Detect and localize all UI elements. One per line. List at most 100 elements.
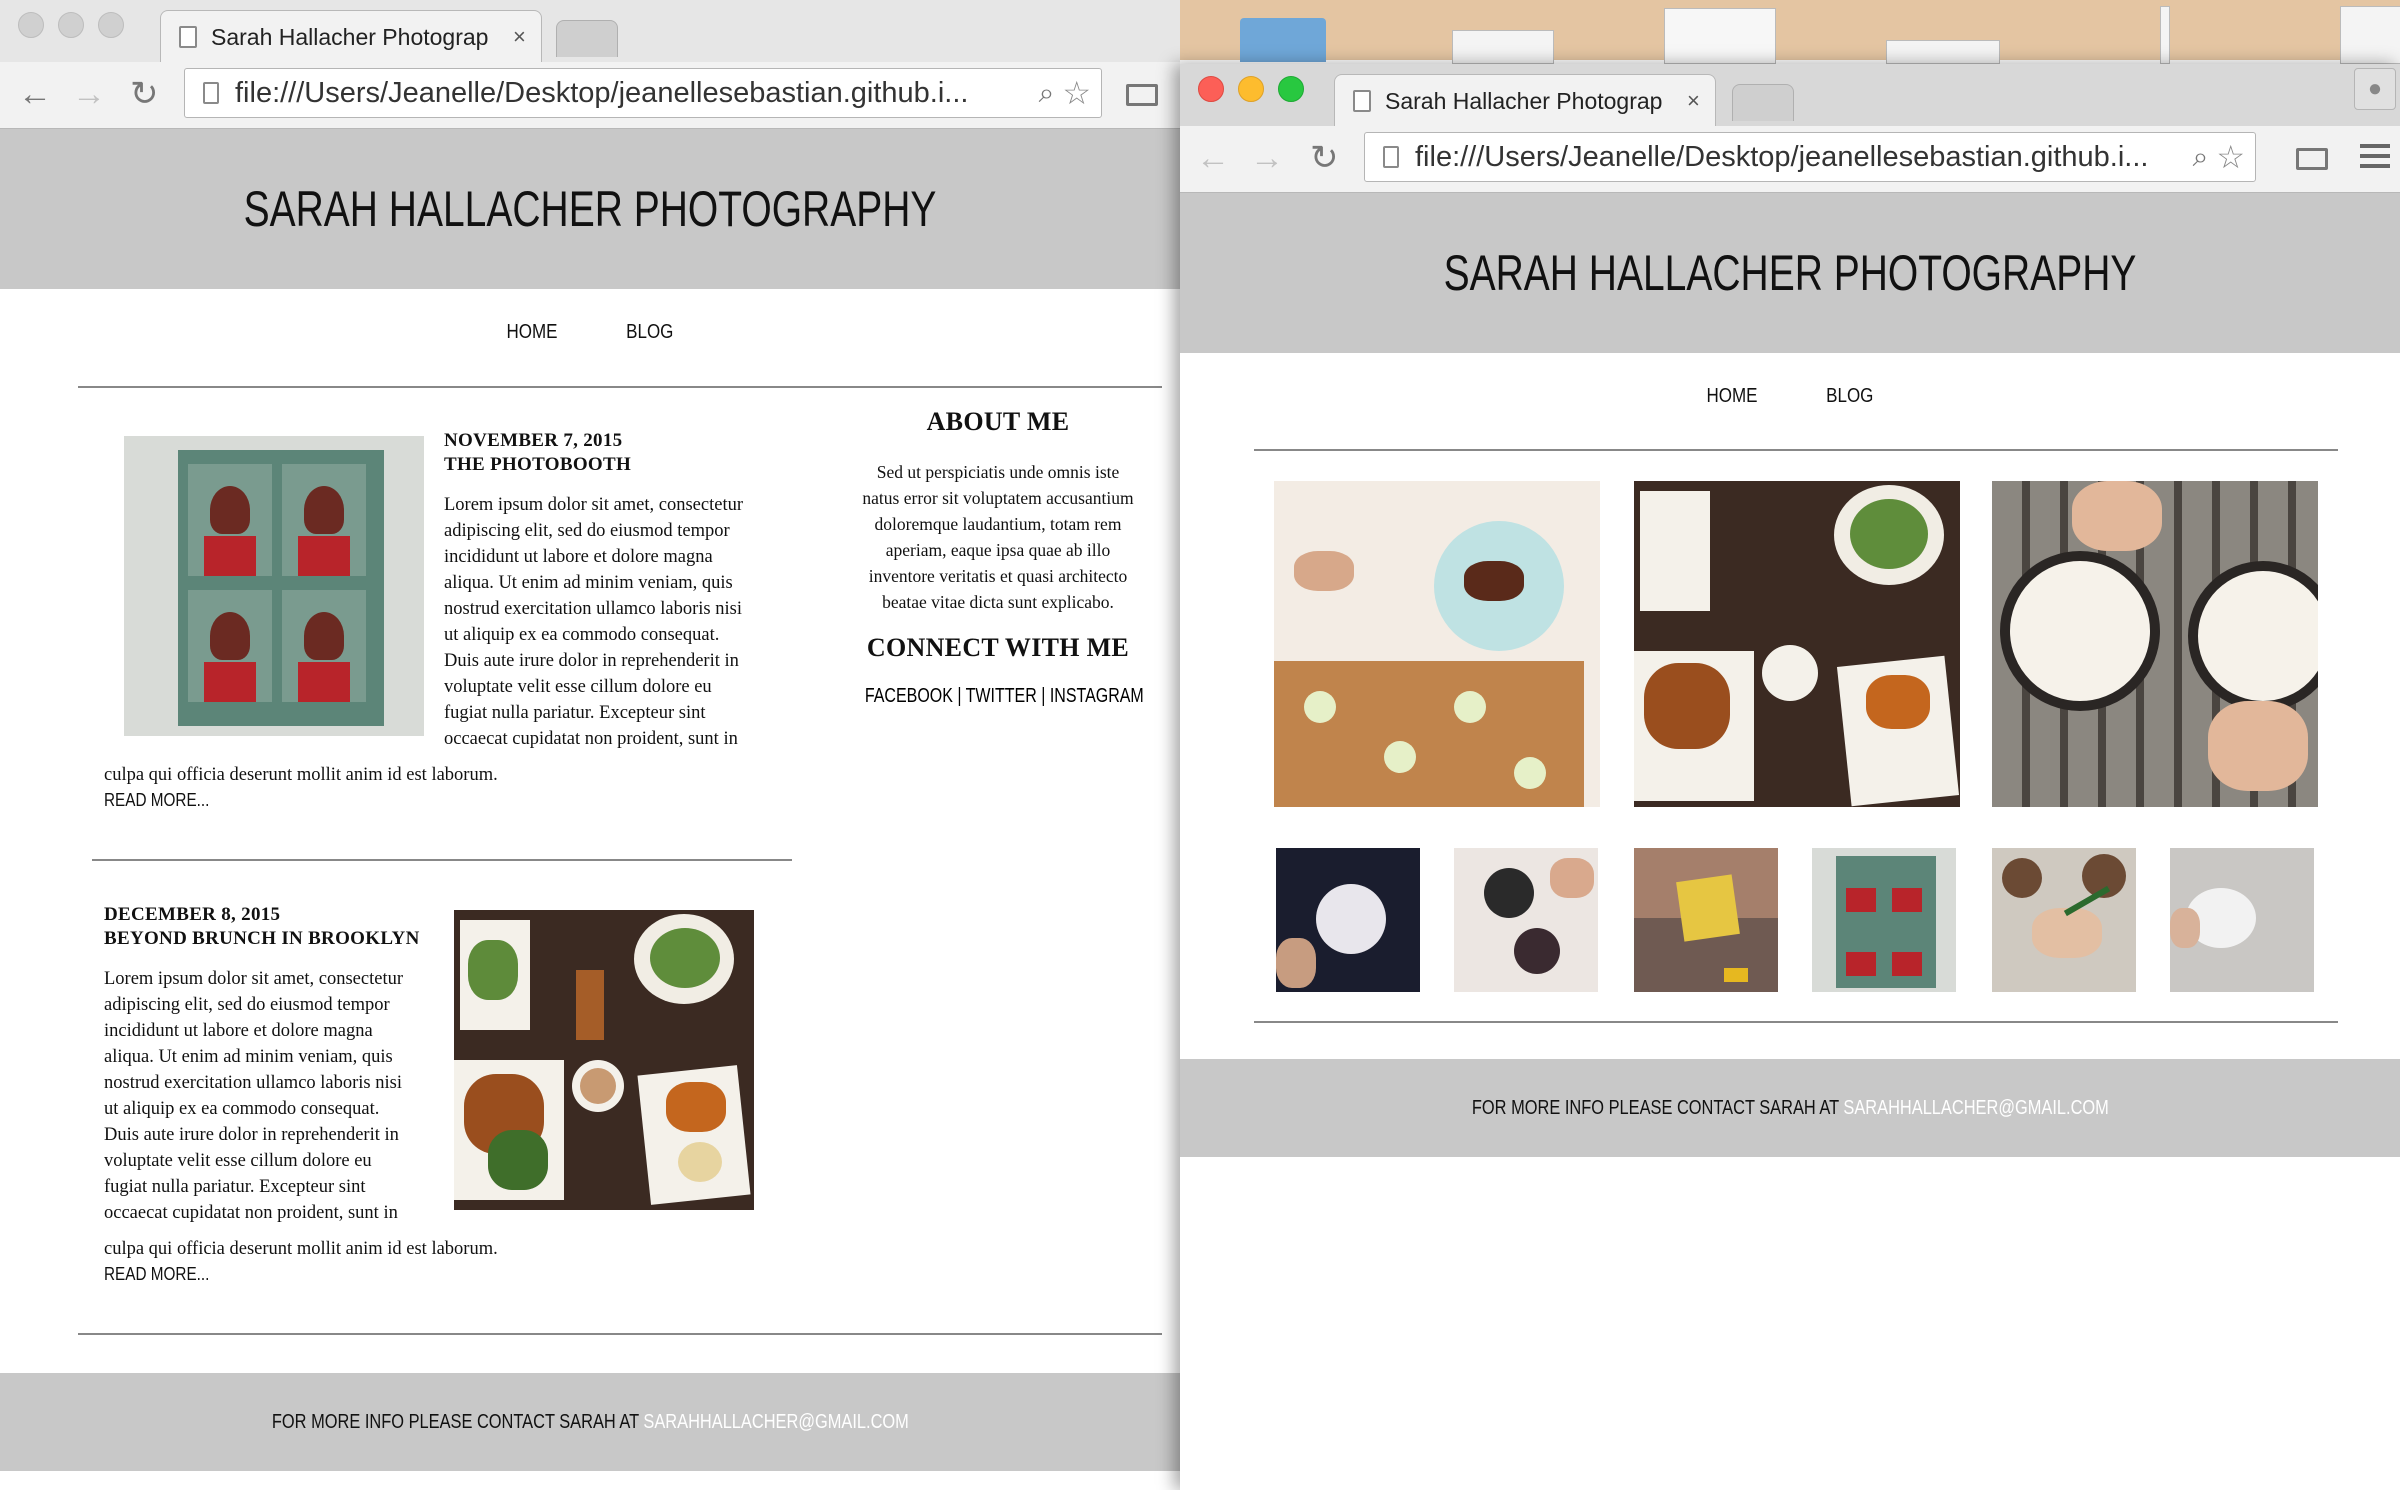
site-nav: HOME BLOG — [0, 321, 1180, 344]
close-tab-icon[interactable]: × — [1687, 88, 1700, 114]
desktop-strip — [1180, 0, 2400, 64]
browser-tab[interactable]: Sarah Hallacher Photograp × — [1334, 74, 1716, 127]
hamburger-menu-icon[interactable] — [2360, 144, 2390, 174]
back-arrow-icon[interactable]: ← — [1196, 138, 1230, 178]
post-title: THE PHOTOBOOTH — [444, 454, 632, 475]
right-browser-window: Sarah Hallacher Photograp × ● ← → ↻ file… — [1180, 64, 2400, 1490]
post-1: NOVEMBER 7, 2015 THE PHOTOBOOTH Lorem ip… — [444, 430, 784, 752]
gallery-photo-city-sign[interactable] — [1634, 848, 1778, 992]
sidebar: ABOUT ME Sed ut perspiciatis unde omnis … — [830, 407, 1166, 708]
post-body-last: culpa qui officia deserunt mollit anim i… — [104, 1239, 498, 1259]
nav-blog-link[interactable]: BLOG — [1827, 385, 1874, 408]
desktop-file-thumb — [2160, 6, 2170, 64]
window-controls — [1198, 76, 1304, 102]
tab-strip: Sarah Hallacher Photograp × — [0, 0, 1180, 63]
page-icon — [203, 82, 219, 104]
post-date: NOVEMBER 7, 2015 — [444, 430, 623, 451]
site-title: SARAH HALLACHER PHOTOGRAPHY — [243, 181, 937, 237]
footer-text: FOR MORE INFO PLEASE CONTACT SARAH AT — [271, 1411, 639, 1433]
site-footer: FOR MORE INFO PLEASE CONTACT SARAH AT SA… — [0, 1373, 1180, 1471]
about-text: Sed ut perspiciatis unde omnis iste natu… — [862, 462, 1134, 612]
minimize-window-button[interactable] — [1238, 76, 1264, 102]
magnifier-icon[interactable]: ⌕ — [2193, 141, 2209, 174]
divider — [92, 859, 792, 861]
desktop-file-thumb — [2340, 6, 2400, 64]
bookmark-star-icon[interactable]: ☆ — [1062, 74, 1091, 112]
facebook-link[interactable]: FACEBOOK — [865, 685, 953, 707]
tab-title: Sarah Hallacher Photograp — [211, 23, 489, 50]
divider — [78, 1333, 1162, 1335]
url-text: file:///Users/Jeanelle/Desktop/jeanelles… — [1415, 140, 2149, 173]
new-tab-button[interactable] — [556, 20, 618, 57]
gallery-photo-tin-label[interactable] — [2170, 848, 2314, 992]
close-tab-icon[interactable]: × — [513, 24, 526, 50]
site-nav: HOME BLOG — [1180, 385, 2400, 408]
url-text: file:///Users/Jeanelle/Desktop/jeanelles… — [235, 76, 969, 109]
left-browser-window: Sarah Hallacher Photograp × ← → ↻ file:/… — [0, 0, 1180, 1490]
right-webpage: SARAH HALLACHER PHOTOGRAPHY HOME BLOG FO… — [1180, 193, 2400, 1490]
page-icon — [1383, 146, 1399, 168]
forward-arrow-icon[interactable]: → — [72, 74, 106, 114]
post-body-last: culpa qui officia deserunt mollit anim i… — [104, 765, 498, 785]
tab-strip: Sarah Hallacher Photograp × ● — [1180, 64, 2400, 127]
gallery-photo-cutting-board[interactable] — [1274, 481, 1600, 807]
cast-icon[interactable] — [1126, 84, 1158, 106]
site-header: SARAH HALLACHER PHOTOGRAPHY — [0, 129, 1180, 289]
read-more-link[interactable]: READ MORE... — [104, 1264, 209, 1285]
minimize-window-button[interactable] — [58, 12, 84, 38]
desktop-file-thumb — [1886, 40, 2000, 64]
gallery-photo-dark-bowl[interactable] — [1276, 848, 1420, 992]
bookmark-star-icon[interactable]: ☆ — [2216, 138, 2245, 176]
site-header: SARAH HALLACHER PHOTOGRAPHY — [1180, 193, 2400, 353]
gallery-photo-brunch[interactable] — [1634, 481, 1960, 807]
twitter-link[interactable]: TWITTER — [966, 685, 1037, 707]
magnifier-icon[interactable]: ⌕ — [1039, 77, 1055, 110]
profile-icon[interactable]: ● — [2354, 68, 2396, 110]
tab-title: Sarah Hallacher Photograp — [1385, 87, 1663, 114]
read-more-link[interactable]: READ MORE... — [104, 790, 209, 811]
gallery-photo-cookies[interactable] — [1454, 848, 1598, 992]
about-heading: ABOUT ME — [926, 407, 1070, 436]
zoom-window-button[interactable] — [98, 12, 124, 38]
browser-toolbar: ← → ↻ file:///Users/Jeanelle/Desktop/jea… — [0, 62, 1180, 129]
link-separator: | — [1041, 685, 1046, 707]
browser-tab[interactable]: Sarah Hallacher Photograp × — [160, 10, 542, 63]
forward-arrow-icon[interactable]: → — [1250, 138, 1284, 178]
link-separator: | — [957, 685, 962, 707]
address-bar[interactable]: file:///Users/Jeanelle/Desktop/jeanelles… — [184, 68, 1102, 118]
gallery-photo-photobooth[interactable] — [1812, 848, 1956, 992]
footer-text: FOR MORE INFO PLEASE CONTACT SARAH AT — [1471, 1097, 1839, 1119]
back-arrow-icon[interactable]: ← — [18, 74, 52, 114]
divider — [1254, 449, 2338, 451]
close-window-button[interactable] — [1198, 76, 1224, 102]
post-date: DECEMBER 8, 2015 — [104, 904, 281, 925]
connect-heading: CONNECT WITH ME — [866, 633, 1130, 662]
reload-icon[interactable]: ↻ — [1310, 138, 1339, 178]
close-window-button[interactable] — [18, 12, 44, 38]
post-title: BEYOND BRUNCH IN BROOKLYN — [104, 928, 420, 949]
address-bar[interactable]: file:///Users/Jeanelle/Desktop/jeanelles… — [1364, 132, 2256, 182]
gallery-photo-pinecones[interactable] — [1992, 848, 2136, 992]
nav-home-link[interactable]: HOME — [1706, 385, 1757, 408]
photobooth-image — [124, 436, 424, 736]
zoom-window-button[interactable] — [1278, 76, 1304, 102]
reload-icon[interactable]: ↻ — [130, 74, 159, 114]
window-controls — [18, 12, 124, 38]
desktop-folder-icon — [1240, 18, 1326, 62]
cast-icon[interactable] — [2296, 148, 2328, 170]
post-body: Lorem ipsum dolor sit amet, consectetur … — [444, 495, 744, 749]
site-title: SARAH HALLACHER PHOTOGRAPHY — [1443, 245, 2137, 301]
nav-blog-link[interactable]: BLOG — [627, 321, 674, 344]
desktop-file-thumb — [1664, 8, 1776, 64]
instagram-link[interactable]: INSTAGRAM — [1050, 685, 1144, 707]
divider — [78, 386, 1162, 388]
brunch-image — [454, 910, 754, 1210]
nav-home-link[interactable]: HOME — [506, 321, 557, 344]
footer-email-link[interactable]: SARAHHALLACHER@GMAIL.COM — [1843, 1097, 2108, 1119]
site-footer: FOR MORE INFO PLEASE CONTACT SARAH AT SA… — [1180, 1059, 2400, 1157]
footer-email-link[interactable]: SARAHHALLACHER@GMAIL.COM — [643, 1411, 908, 1433]
new-tab-button[interactable] — [1732, 84, 1794, 121]
gallery-photo-coffee-cups[interactable] — [1992, 481, 2318, 807]
page-icon — [179, 26, 197, 48]
divider — [1254, 1021, 2338, 1023]
